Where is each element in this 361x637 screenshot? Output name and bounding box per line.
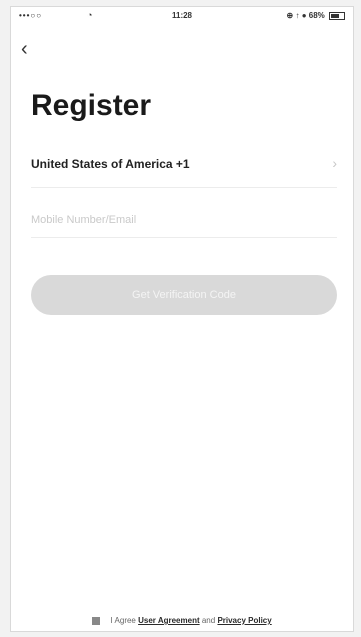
status-indicators: ⊕ ↑ ● 68% bbox=[286, 11, 325, 20]
mobile-email-input[interactable] bbox=[31, 203, 337, 238]
status-right: ⊕ ↑ ● 68% bbox=[287, 11, 345, 20]
back-button[interactable]: ‹ bbox=[21, 37, 41, 61]
agreement-row: I Agree User Agreement and Privacy Polic… bbox=[11, 616, 353, 630]
privacy-policy-link[interactable]: Privacy Policy bbox=[217, 616, 271, 625]
get-verification-code-button[interactable]: Get Verification Code bbox=[31, 275, 337, 315]
agree-prefix: I Agree bbox=[110, 616, 139, 625]
status-bar: •••○○ ◔ 11:28 ⊕ ↑ ● 68% bbox=[11, 7, 353, 25]
agree-and: and bbox=[201, 616, 218, 625]
agree-checkbox[interactable] bbox=[92, 616, 101, 625]
page-title: Register bbox=[31, 89, 152, 122]
country-label: United States of America +1 bbox=[31, 157, 190, 171]
register-screen: •••○○ ◔ 11:28 ⊕ ↑ ● 68% ‹ Register Unite… bbox=[10, 6, 354, 632]
battery-icon bbox=[329, 11, 345, 20]
user-agreement-link[interactable]: User Agreement bbox=[138, 616, 200, 625]
chevron-right-icon: › bbox=[332, 155, 337, 171]
country-selector[interactable]: United States of America +1 › bbox=[31, 147, 337, 188]
